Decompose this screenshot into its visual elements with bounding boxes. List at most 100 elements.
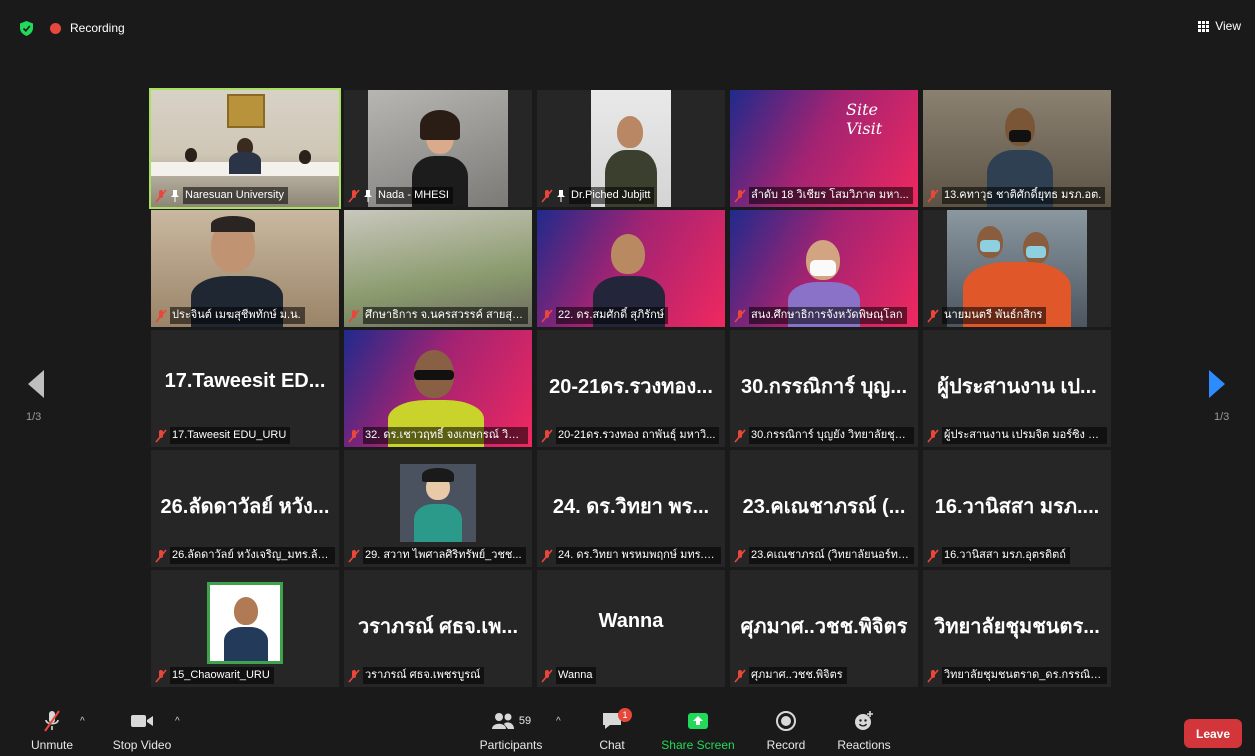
muted-mic-icon — [541, 668, 553, 683]
muted-mic-icon — [541, 428, 553, 443]
muted-mic-icon — [734, 428, 746, 443]
participant-name: 15_Chaowarit_URU — [170, 667, 274, 684]
participant-display-name: 20-21ดร.รวงทอง... — [549, 376, 713, 398]
share-screen-button[interactable]: Share Screen — [660, 708, 736, 752]
video-tile[interactable]: 15_Chaowarit_URU — [151, 570, 339, 687]
video-tile[interactable]: Dr.Piched Jubjitt — [537, 90, 725, 207]
video-tile[interactable]: Nada - MHESI — [344, 90, 532, 207]
muted-mic-icon — [155, 668, 167, 683]
video-tile[interactable]: ศุภมาศ..วชช.พิจิตร ศุภมาศ..วชช.พิจิตร — [730, 570, 918, 687]
video-tile[interactable]: 26.ลัดดาวัลย์ หวัง... 26.ลัดดาวัลย์ หวัง… — [151, 450, 339, 567]
participant-name: Dr.Piched Jubjitt — [569, 187, 655, 204]
reactions-label: Reactions — [837, 738, 891, 752]
video-tile[interactable]: ประจินต์ เมฆสุชีพทักษ์ ม.น. — [151, 210, 339, 327]
participant-display-name: 16.วานิสสา มรภ.... — [934, 496, 1100, 518]
video-tile[interactable]: ผู้ประสานงาน เป... ผู้ประสานงาน เปรมจิต … — [923, 330, 1111, 447]
unmute-button[interactable]: Unmute — [28, 708, 76, 752]
top-bar: Recording View — [0, 0, 1255, 56]
video-tile[interactable]: ศึกษาธิการ จ.นครสวรรค์ สายสุนี... — [344, 210, 532, 327]
recording-dot-icon — [50, 23, 61, 34]
participant-name: 13.คทาวุธ ชาติศักดิ์ยุทธ มรภ.อต. — [942, 187, 1106, 204]
stop-video-button[interactable]: Stop Video — [110, 708, 174, 752]
previous-page-arrow-icon[interactable] — [28, 370, 44, 398]
muted-mic-icon — [927, 668, 939, 683]
participant-display-name: Wanna — [598, 610, 664, 632]
participant-name: Wanna — [556, 667, 597, 684]
video-tile[interactable]: 20-21ดร.รวงทอง... 20-21ดร.รวงทอง ถาพันธุ… — [537, 330, 725, 447]
participant-name: 17.Taweesit EDU_URU — [170, 427, 291, 444]
muted-mic-icon — [927, 548, 939, 563]
page-indicator-left: 1/3 — [26, 411, 42, 423]
participant-name: นายมนตรี พันธ์กสิกร — [942, 307, 1047, 324]
video-tile[interactable]: 22. ดร.สมศักดิ์ สุภิรักษ์ — [537, 210, 725, 327]
face-mask — [980, 240, 1000, 252]
muted-mic-icon — [541, 188, 553, 203]
participants-label: Participants — [479, 738, 543, 752]
participant-name: 16.วานิสสา มรภ.อุตรดิตถ์ — [942, 547, 1070, 564]
record-button[interactable]: Record — [763, 708, 809, 752]
participant-display-name: 17.Taweesit ED... — [164, 370, 326, 392]
share-screen-icon — [688, 713, 708, 729]
video-tile[interactable]: 13.คทาวุธ ชาติศักดิ์ยุทธ มรภ.อต. — [923, 90, 1111, 207]
muted-mic-icon — [348, 668, 360, 683]
audio-options-caret-icon[interactable]: ^ — [80, 716, 85, 727]
muted-mic-icon — [155, 308, 167, 323]
reactions-button[interactable]: Reactions — [836, 708, 892, 752]
participant-name: 23.คเณชาภรณ์ (วิทยาลัยนอร์ทเท... — [749, 547, 914, 564]
video-tile[interactable]: 29. สวาท ไพศาลศิริทรัพย์_วชช... — [344, 450, 532, 567]
profile-picture-avatar — [207, 582, 283, 664]
participant-name: 20-21ดร.รวงทอง ถาพันธุ์ มหาวิ... — [556, 427, 720, 444]
video-camera-icon — [131, 715, 153, 727]
profile-picture-avatar — [400, 464, 476, 542]
video-tile[interactable]: Wanna Wanna — [537, 570, 725, 687]
participant-name: ศุภมาศ..วชช.พิจิตร — [749, 667, 847, 684]
participants-count: 59 — [518, 715, 532, 727]
view-button[interactable]: View — [1198, 19, 1241, 33]
video-tile[interactable]: 16.วานิสสา มรภ.... 16.วานิสสา มรภ.อุตรดิ… — [923, 450, 1111, 567]
video-tile[interactable]: 30.กรรณิการ์ บุญ... 30.กรรณิการ์ บุญยัง … — [730, 330, 918, 447]
record-icon — [776, 711, 796, 731]
muted-mic-icon — [348, 428, 360, 443]
participant-display-name: วิทยาลัยชุมชนตร... — [934, 616, 1100, 638]
participant-display-name: 23.คเณชาภรณ์ (... — [742, 496, 906, 518]
pin-icon — [364, 189, 372, 202]
participant-name: 26.ลัดดาวัลย์ หวังเจริญ_มทร.ล้าน... — [170, 547, 335, 564]
video-tile[interactable]: Site Visit ลำดับ 18 วิเชียร โสมวิภาต มหา… — [730, 90, 918, 207]
muted-mic-icon — [927, 188, 939, 203]
record-label: Record — [766, 738, 806, 752]
glasses — [414, 370, 454, 380]
participant-display-name: วราภรณ์ ศธจ.เพ... — [357, 616, 519, 638]
participant-name: ศึกษาธิการ จ.นครสวรรค์ สายสุนี... — [363, 307, 528, 324]
video-tile[interactable]: 17.Taweesit ED... 17.Taweesit EDU_URU — [151, 330, 339, 447]
video-tile[interactable]: Naresuan University — [149, 88, 341, 209]
participants-button[interactable]: 59 Participants — [476, 708, 546, 752]
muted-mic-icon — [348, 308, 360, 323]
leave-button[interactable]: Leave — [1184, 719, 1242, 748]
unmute-label: Unmute — [30, 738, 74, 752]
muted-mic-icon — [155, 188, 167, 203]
video-tile[interactable]: นายมนตรี พันธ์กสิกร — [923, 210, 1111, 327]
participant-name: ลำดับ 18 วิเชียร โสมวิภาต มหา... — [749, 187, 913, 204]
video-tile[interactable]: วิทยาลัยชุมชนตร... วิทยาลัยชุมชนตราด_ดร.… — [923, 570, 1111, 687]
video-options-caret-icon[interactable]: ^ — [175, 716, 180, 727]
muted-mic-icon — [734, 188, 746, 203]
participant-display-name: 30.กรรณิการ์ บุญ... — [741, 376, 907, 398]
security-shield-icon[interactable] — [20, 21, 33, 36]
participant-name: Naresuan University — [183, 187, 289, 204]
recording-label[interactable]: Recording — [70, 21, 125, 35]
participant-name: 22. ดร.สมศักดิ์ สุภิรักษ์ — [556, 307, 669, 324]
video-tile[interactable]: 24. ดร.วิทยา พร... 24. ดร.วิทยา พรหมพฤกษ… — [537, 450, 725, 567]
video-tile[interactable]: 32. ดร.เชาวฤทธิ์ จงเกษกรณ์ วิทยาลั... — [344, 330, 532, 447]
participant-name: ประจินต์ เมฆสุชีพทักษ์ ม.น. — [170, 307, 305, 324]
pin-icon — [171, 189, 179, 202]
gallery-grid: Naresuan University Nada - MHESI Dr.Pich… — [149, 88, 1112, 687]
participants-options-caret-icon[interactable]: ^ — [556, 716, 561, 727]
next-page-arrow-icon[interactable] — [1209, 370, 1225, 398]
participant-name: ผู้ประสานงาน เปรมจิต มอร์ซิง วิท... — [942, 427, 1107, 444]
video-tile[interactable]: สนง.ศึกษาธิการจังหวัดพิษณุโลก — [730, 210, 918, 327]
video-tile[interactable]: วราภรณ์ ศธจ.เพ... วราภรณ์ ศธจ.เพชรบูรณ์ — [344, 570, 532, 687]
share-screen-label: Share Screen — [661, 738, 735, 752]
participant-display-name: 26.ลัดดาวัลย์ หวัง... — [160, 496, 330, 518]
muted-mic-icon — [734, 308, 746, 323]
video-tile[interactable]: 23.คเณชาภรณ์ (... 23.คเณชาภรณ์ (วิทยาลัย… — [730, 450, 918, 567]
